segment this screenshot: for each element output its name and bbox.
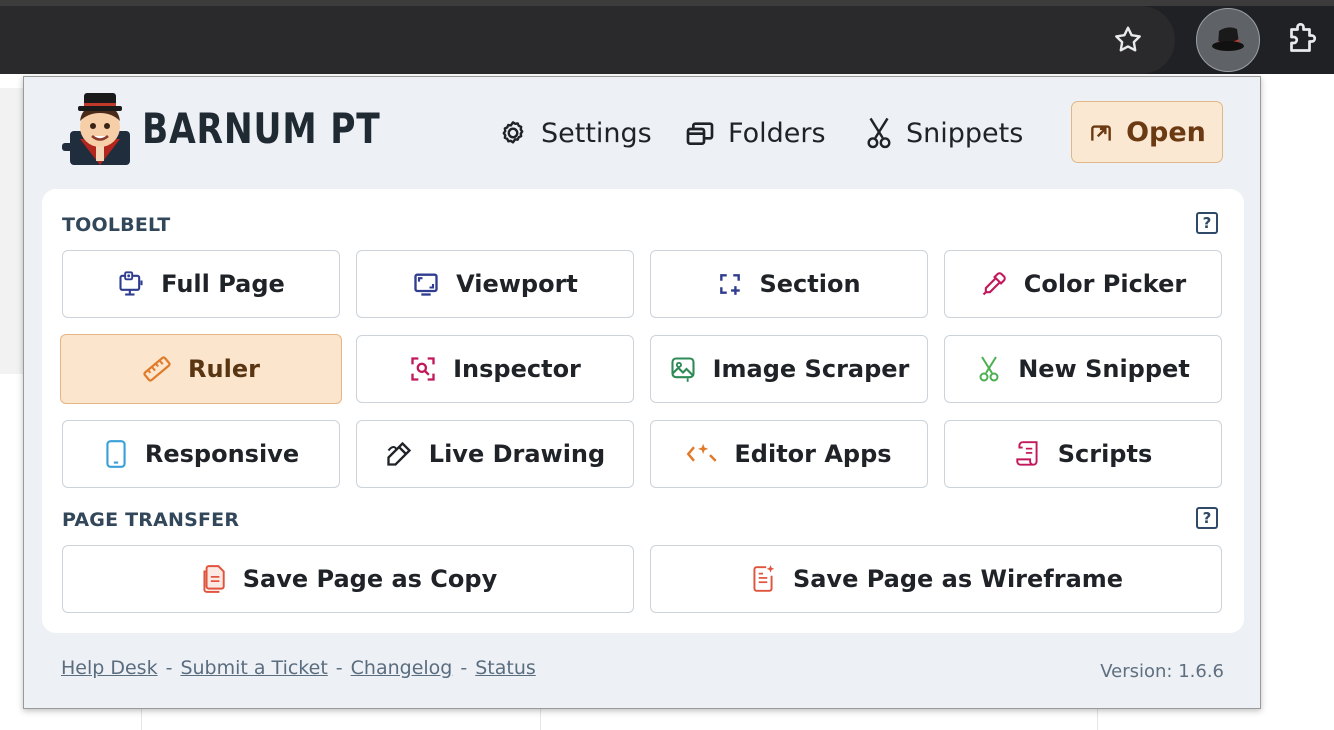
document-sparkle-icon bbox=[753, 565, 775, 592]
extensions-puzzle-icon[interactable] bbox=[1280, 18, 1324, 62]
brand-logo[interactable]: BARNUM PT bbox=[62, 91, 433, 165]
top-hat-icon bbox=[1212, 27, 1244, 51]
tool-label: Full Page bbox=[161, 270, 285, 298]
document-copy-icon bbox=[203, 565, 225, 593]
eyedropper-icon bbox=[982, 272, 1006, 296]
tool-color-picker-button[interactable]: Color Picker bbox=[944, 250, 1222, 318]
mascot-icon bbox=[62, 93, 130, 165]
snippets-link[interactable]: Snippets bbox=[864, 113, 1023, 153]
toolbelt-help-icon[interactable]: ? bbox=[1196, 212, 1218, 234]
tool-label: Live Drawing bbox=[428, 440, 606, 468]
footer-separator: - bbox=[335, 657, 343, 679]
scissors-icon bbox=[979, 356, 999, 382]
tool-label: Responsive bbox=[144, 440, 300, 468]
tool-label: Image Scraper bbox=[712, 355, 910, 383]
footer-separator: - bbox=[165, 657, 173, 679]
folders-label: Folders bbox=[728, 117, 826, 149]
toolbelt-heading: TOOLBELT bbox=[62, 214, 171, 236]
ruler-icon bbox=[143, 356, 171, 382]
save-page-wireframe-button[interactable]: Save Page as Wireframe bbox=[650, 545, 1222, 613]
viewport-icon bbox=[414, 273, 438, 296]
scroll-icon bbox=[1016, 441, 1038, 466]
save-copy-label: Save Page as Copy bbox=[242, 565, 498, 593]
changelog-link[interactable]: Changelog bbox=[351, 657, 453, 679]
folders-icon bbox=[686, 122, 714, 145]
settings-link[interactable]: Settings bbox=[497, 113, 652, 153]
page-divider bbox=[540, 708, 541, 730]
section-select-icon bbox=[720, 274, 741, 295]
page-transfer-heading: PAGE TRANSFER bbox=[62, 509, 240, 531]
open-external-icon bbox=[1091, 125, 1111, 141]
scissors-icon bbox=[867, 117, 891, 149]
address-bar[interactable] bbox=[0, 6, 1175, 74]
tool-section-button[interactable]: Section bbox=[650, 250, 928, 318]
save-page-copy-button[interactable]: Save Page as Copy bbox=[62, 545, 634, 613]
extension-popup: BARNUM PT Settings Folders Snippets Open… bbox=[23, 76, 1261, 709]
footer-links: Help Desk - Submit a Ticket - Changelog … bbox=[61, 657, 536, 679]
tool-image-scraper-button[interactable]: Image Scraper bbox=[650, 335, 928, 403]
settings-label: Settings bbox=[541, 117, 652, 149]
tool-full-page-button[interactable]: Full Page bbox=[62, 250, 340, 318]
tool-label: Ruler bbox=[188, 355, 260, 383]
tools-panel: TOOLBELT ? Full Page Viewport Section Co… bbox=[42, 189, 1244, 633]
tool-label: Color Picker bbox=[1023, 270, 1187, 298]
image-icon bbox=[671, 357, 695, 382]
tool-new-snippet-button[interactable]: New Snippet bbox=[944, 335, 1222, 403]
barnum-extension-button[interactable] bbox=[1196, 8, 1260, 72]
tool-label: Editor Apps bbox=[734, 440, 892, 468]
tool-label: Scripts bbox=[1057, 440, 1153, 468]
page-transfer-help-icon[interactable]: ? bbox=[1196, 507, 1218, 529]
tool-ruler-button[interactable]: Ruler bbox=[60, 334, 342, 404]
open-button[interactable]: Open bbox=[1071, 101, 1223, 163]
code-icon bbox=[687, 443, 718, 462]
bookmark-star-icon[interactable] bbox=[1106, 18, 1150, 62]
open-label: Open bbox=[1126, 116, 1206, 148]
tool-viewport-button[interactable]: Viewport bbox=[356, 250, 634, 318]
submit-ticket-link[interactable]: Submit a Ticket bbox=[180, 657, 327, 679]
tool-inspector-button[interactable]: Inspector bbox=[356, 335, 634, 403]
page-divider bbox=[1097, 708, 1098, 730]
version-text: Version: 1.6.6 bbox=[1100, 661, 1224, 682]
tool-label: Section bbox=[759, 270, 861, 298]
tool-editor-apps-button[interactable]: Editor Apps bbox=[650, 420, 928, 488]
help-desk-link[interactable]: Help Desk bbox=[61, 657, 158, 679]
screenshot-icon bbox=[119, 271, 143, 296]
save-wireframe-label: Save Page as Wireframe bbox=[792, 565, 1124, 593]
pen-icon bbox=[387, 441, 411, 466]
folders-link[interactable]: Folders bbox=[684, 113, 826, 153]
tool-responsive-button[interactable]: Responsive bbox=[62, 420, 340, 488]
footer-separator: - bbox=[460, 657, 468, 679]
tool-scripts-button[interactable]: Scripts bbox=[944, 420, 1222, 488]
tool-label: Viewport bbox=[456, 270, 578, 298]
status-link[interactable]: Status bbox=[475, 657, 536, 679]
page-sidebar-fragment bbox=[0, 88, 24, 374]
tool-label: Inspector bbox=[453, 355, 581, 383]
tool-label: New Snippet bbox=[1018, 355, 1190, 383]
brand-name: BARNUM PT bbox=[142, 103, 381, 153]
tool-live-drawing-button[interactable]: Live Drawing bbox=[356, 420, 634, 488]
mobile-icon bbox=[106, 440, 126, 468]
gear-icon bbox=[502, 121, 524, 144]
inspector-icon bbox=[411, 357, 435, 381]
snippets-label: Snippets bbox=[906, 117, 1024, 149]
page-divider bbox=[141, 708, 142, 730]
